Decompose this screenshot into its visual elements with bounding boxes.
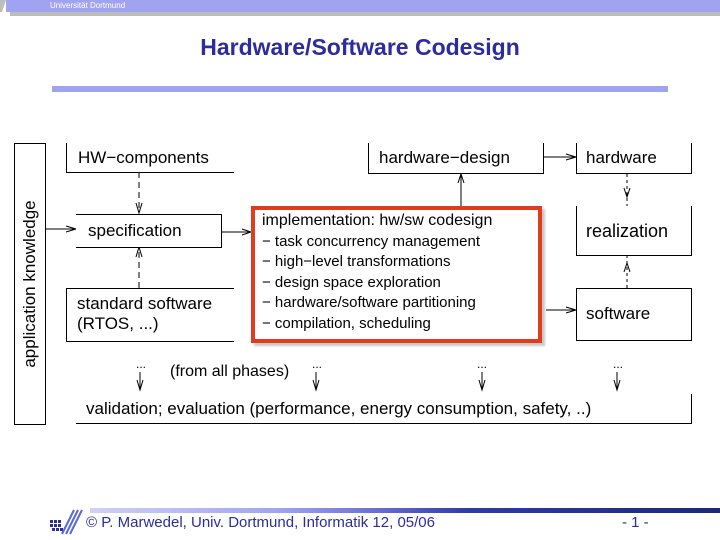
footer-gradient-bar bbox=[90, 508, 720, 513]
ellipsis: ... bbox=[477, 357, 488, 371]
software-label: software bbox=[586, 304, 651, 323]
implementation-item: − hardware/software partitioning bbox=[262, 294, 476, 311]
validation-label: validation; evaluation (performance, ene… bbox=[86, 399, 592, 418]
footer-credit: © P. Marwedel, Univ. Dortmund, Informati… bbox=[86, 514, 435, 531]
hardware-design-label: hardware−design bbox=[379, 148, 510, 167]
page-number: - 1 - bbox=[622, 514, 649, 531]
implementation-heading: implementation: hw/sw codesign bbox=[262, 212, 493, 229]
standard-software-label-line2: (RTOS, ...) bbox=[77, 314, 159, 333]
hw-components-label: HW−components bbox=[78, 148, 209, 167]
university-logo-icon bbox=[50, 509, 83, 535]
realization-label: realization bbox=[586, 221, 669, 241]
implementation-item: − task concurrency management bbox=[262, 232, 481, 250]
ellipsis: ... bbox=[613, 357, 624, 371]
ellipsis: ... bbox=[136, 357, 147, 371]
from-all-phases-label: (from all phases) bbox=[170, 363, 290, 380]
hardware-label: hardware bbox=[586, 148, 657, 167]
standard-software-label-line1: standard software bbox=[77, 294, 213, 313]
application-knowledge-label: application knowledge bbox=[20, 200, 39, 368]
ellipsis: ... bbox=[312, 357, 323, 371]
specification-label: specification bbox=[88, 221, 182, 240]
implementation-item: − compilation, scheduling bbox=[262, 314, 431, 332]
implementation-box: implementation: hw/sw codesign − task co… bbox=[251, 206, 542, 343]
implementation-item: − design space exploration bbox=[262, 273, 441, 291]
implementation-item: − high−level transformations bbox=[262, 253, 451, 270]
